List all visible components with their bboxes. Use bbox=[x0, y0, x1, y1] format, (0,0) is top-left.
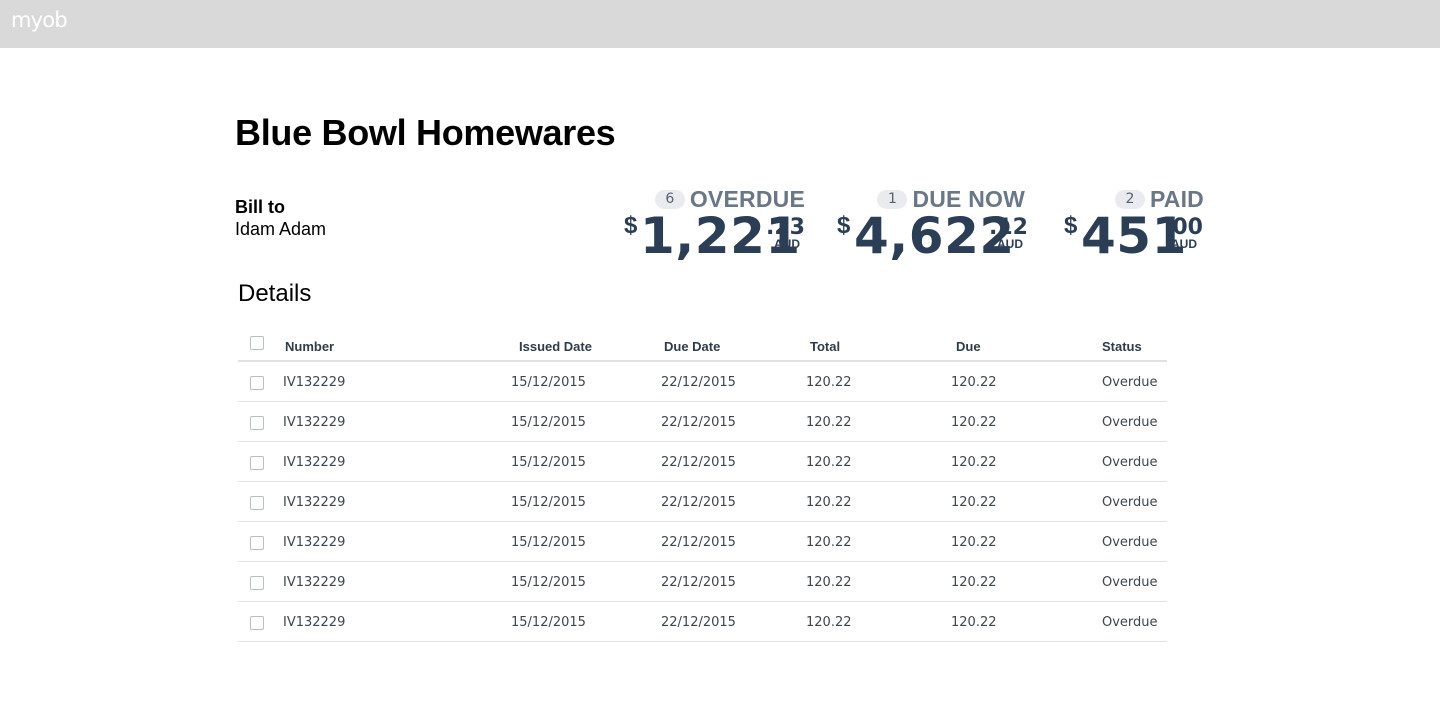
cell-status: Overdue bbox=[1102, 615, 1158, 630]
page-title: Blue Bowl Homewares bbox=[235, 112, 616, 153]
cell-due-date: 22/12/2015 bbox=[661, 575, 736, 590]
cell-due-date: 22/12/2015 bbox=[661, 615, 736, 630]
cell-due: 120.22 bbox=[951, 575, 997, 590]
row-checkbox[interactable] bbox=[250, 496, 264, 510]
table-row[interactable]: IV132229 15/12/2015 22/12/2015 120.22 12… bbox=[238, 602, 1167, 642]
stat-paid-amount: $ 451 .00 AUD bbox=[1060, 207, 1204, 265]
cell-total: 120.22 bbox=[806, 575, 852, 590]
row-checkbox[interactable] bbox=[250, 576, 264, 590]
row-checkbox[interactable] bbox=[250, 376, 264, 390]
cell-due-date: 22/12/2015 bbox=[661, 535, 736, 550]
cell-number[interactable]: IV132229 bbox=[283, 495, 345, 510]
row-checkbox[interactable] bbox=[250, 616, 264, 630]
table-row[interactable]: IV132229 15/12/2015 22/12/2015 120.22 12… bbox=[238, 562, 1167, 602]
table-row[interactable]: IV132229 15/12/2015 22/12/2015 120.22 12… bbox=[238, 362, 1167, 402]
invoices-table: Number Issued Date Due Date Total Due St… bbox=[238, 330, 1167, 642]
cell-due: 120.22 bbox=[951, 415, 997, 430]
cell-status: Overdue bbox=[1102, 575, 1158, 590]
table-row[interactable]: IV132229 15/12/2015 22/12/2015 120.22 12… bbox=[238, 522, 1167, 562]
cell-number[interactable]: IV132229 bbox=[283, 575, 345, 590]
top-bar: myob bbox=[0, 0, 1440, 48]
cell-status: Overdue bbox=[1102, 455, 1158, 470]
cell-total: 120.22 bbox=[806, 455, 852, 470]
bill-to-block: Bill to Idam Adam bbox=[235, 197, 326, 240]
cell-total: 120.22 bbox=[806, 495, 852, 510]
cell-issued-date: 15/12/2015 bbox=[511, 575, 586, 590]
cell-due-date: 22/12/2015 bbox=[661, 455, 736, 470]
row-checkbox[interactable] bbox=[250, 456, 264, 470]
cell-total: 120.22 bbox=[806, 415, 852, 430]
cell-total: 120.22 bbox=[806, 615, 852, 630]
cell-due: 120.22 bbox=[951, 615, 997, 630]
cell-number[interactable]: IV132229 bbox=[283, 375, 345, 390]
cell-due: 120.22 bbox=[951, 535, 997, 550]
column-header-issued-date[interactable]: Issued Date bbox=[519, 339, 592, 354]
cell-issued-date: 15/12/2015 bbox=[511, 375, 586, 390]
cell-number[interactable]: IV132229 bbox=[283, 615, 345, 630]
cell-issued-date: 15/12/2015 bbox=[511, 535, 586, 550]
column-header-due[interactable]: Due bbox=[956, 339, 981, 354]
cell-status: Overdue bbox=[1102, 535, 1158, 550]
stat-overdue-amount: $ 1,221 .23 AUD bbox=[620, 207, 805, 265]
cell-status: Overdue bbox=[1102, 415, 1158, 430]
bill-to-name: Idam Adam bbox=[235, 219, 327, 239]
details-heading: Details bbox=[238, 280, 312, 307]
stat-overdue: 6 OVERDUE $ 1,221 .23 AUD bbox=[620, 186, 805, 265]
table-row[interactable]: IV132229 15/12/2015 22/12/2015 120.22 12… bbox=[238, 442, 1167, 482]
cell-due-date: 22/12/2015 bbox=[661, 495, 736, 510]
stat-paid: 2 PAID $ 451 .00 AUD bbox=[1060, 186, 1204, 265]
cell-status: Overdue bbox=[1102, 375, 1158, 390]
table-header-row: Number Issued Date Due Date Total Due St… bbox=[238, 330, 1167, 362]
stat-due-now-currency-symbol: $ bbox=[837, 212, 851, 239]
select-all-checkbox[interactable] bbox=[250, 336, 264, 350]
stat-due-now: 1 DUE NOW $ 4,622 .12 AUD bbox=[834, 186, 1028, 265]
table-row[interactable]: IV132229 15/12/2015 22/12/2015 120.22 12… bbox=[238, 482, 1167, 522]
cell-total: 120.22 bbox=[806, 535, 852, 550]
column-header-number[interactable]: Number bbox=[285, 339, 334, 354]
cell-issued-date: 15/12/2015 bbox=[511, 495, 586, 510]
cell-due-date: 22/12/2015 bbox=[661, 415, 736, 430]
myob-logo[interactable]: myob bbox=[11, 8, 68, 32]
stat-due-now-currency: AUD bbox=[997, 237, 1023, 251]
cell-number[interactable]: IV132229 bbox=[283, 455, 345, 470]
stat-paid-currency: AUD bbox=[1171, 237, 1197, 251]
row-checkbox[interactable] bbox=[250, 536, 264, 550]
cell-due: 120.22 bbox=[951, 455, 997, 470]
stat-overdue-currency-symbol: $ bbox=[624, 212, 638, 239]
row-checkbox[interactable] bbox=[250, 416, 264, 430]
cell-issued-date: 15/12/2015 bbox=[511, 615, 586, 630]
stat-overdue-currency: AUD bbox=[774, 237, 800, 251]
bill-to-label: Bill to bbox=[235, 197, 285, 217]
column-header-due-date[interactable]: Due Date bbox=[664, 339, 720, 354]
column-header-status[interactable]: Status bbox=[1102, 339, 1142, 354]
stat-paid-currency-symbol: $ bbox=[1064, 212, 1078, 239]
cell-due: 120.22 bbox=[951, 495, 997, 510]
cell-total: 120.22 bbox=[806, 375, 852, 390]
column-header-total[interactable]: Total bbox=[810, 339, 840, 354]
cell-number[interactable]: IV132229 bbox=[283, 535, 345, 550]
cell-status: Overdue bbox=[1102, 495, 1158, 510]
cell-due-date: 22/12/2015 bbox=[661, 375, 736, 390]
cell-due: 120.22 bbox=[951, 375, 997, 390]
cell-issued-date: 15/12/2015 bbox=[511, 455, 586, 470]
table-row[interactable]: IV132229 15/12/2015 22/12/2015 120.22 12… bbox=[238, 402, 1167, 442]
cell-number[interactable]: IV132229 bbox=[283, 415, 345, 430]
cell-issued-date: 15/12/2015 bbox=[511, 415, 586, 430]
stat-due-now-amount: $ 4,622 .12 AUD bbox=[834, 207, 1028, 265]
